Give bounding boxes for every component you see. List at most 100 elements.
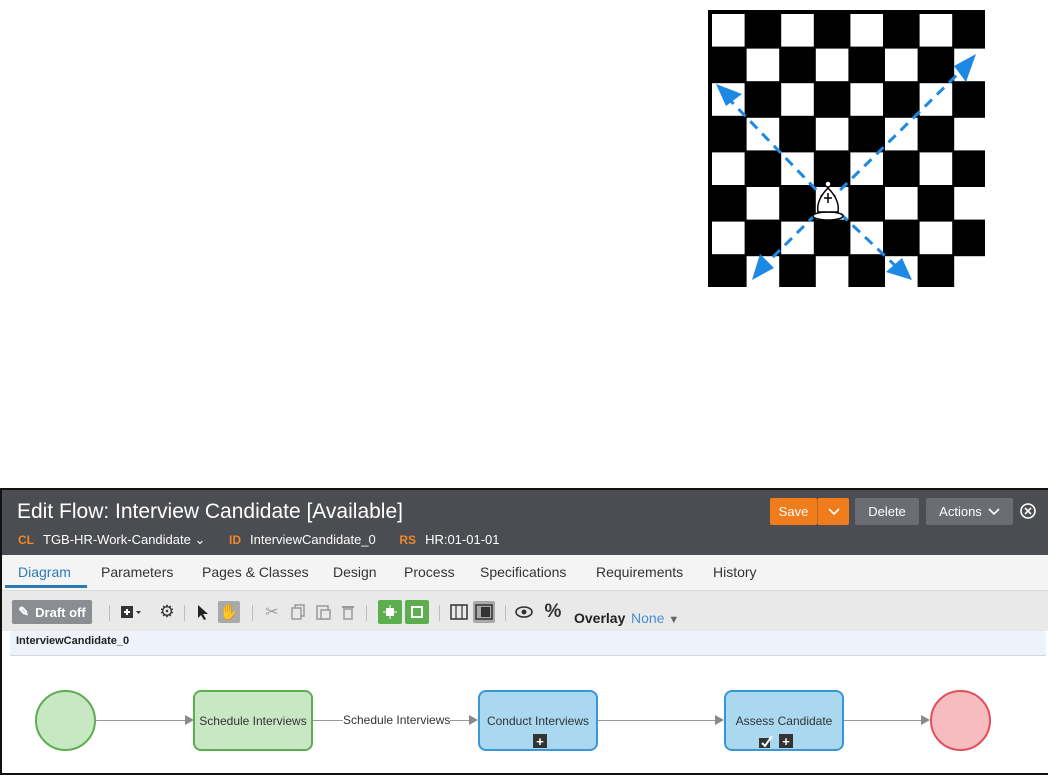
- flow-name-bar: InterviewCandidate_0: [10, 631, 1046, 656]
- connector-snap-button[interactable]: [378, 600, 402, 624]
- meta-value-class: TGB-HR-Work-Candidate: [43, 532, 191, 547]
- grid-view-button[interactable]: [448, 601, 470, 623]
- eye-icon[interactable]: [513, 601, 535, 623]
- window-header: Edit Flow: Interview Candidate [Availabl…: [2, 490, 1048, 555]
- delete-button[interactable]: Delete: [855, 498, 919, 525]
- connector-label[interactable]: Schedule Interviews: [343, 713, 450, 727]
- pan-hand-button[interactable]: ✋: [218, 601, 240, 623]
- flow-name: InterviewCandidate_0: [16, 635, 130, 647]
- tab-specifications[interactable]: Specifications: [480, 564, 566, 580]
- board-square: [746, 48, 780, 82]
- tab-process[interactable]: Process: [404, 564, 455, 580]
- expand-icon[interactable]: +: [779, 734, 793, 748]
- approve-icon: [759, 735, 773, 748]
- diagram-toolbar: ✎ Draft off ⚙ ✋ ✂ % Overlay None ▼: [2, 591, 1048, 631]
- draft-toggle-button[interactable]: ✎ Draft off: [12, 600, 92, 624]
- tab-design[interactable]: Design: [333, 564, 377, 580]
- flow-canvas[interactable]: Schedule Interviews Schedule Interviews …: [10, 656, 1046, 773]
- node-label: Assess Candidate: [735, 713, 833, 728]
- connector[interactable]: [598, 720, 716, 721]
- connector[interactable]: [450, 720, 470, 721]
- copy-icon[interactable]: [287, 601, 309, 623]
- node-label: Conduct Interviews: [486, 713, 590, 728]
- board-square: [850, 152, 883, 185]
- edit-flow-window: Edit Flow: Interview Candidate [Availabl…: [0, 488, 1048, 775]
- caret-down-icon: ▼: [668, 614, 680, 626]
- board-square: [815, 48, 849, 82]
- tab-pages-classes[interactable]: Pages & Classes: [202, 564, 309, 580]
- toolbar-divider: [184, 605, 185, 621]
- window-title: Edit Flow: Interview Candidate [Availabl…: [17, 500, 403, 523]
- tab-parameters[interactable]: Parameters: [101, 564, 173, 580]
- actions-button[interactable]: Actions: [926, 498, 1013, 525]
- chevron-down-icon: [827, 507, 840, 515]
- save-options-button[interactable]: [817, 498, 849, 525]
- board-square: [781, 221, 814, 255]
- board-square: [885, 48, 918, 82]
- board-square: [919, 221, 953, 255]
- board-square: [885, 117, 918, 151]
- connector[interactable]: [96, 720, 186, 721]
- chessboard-image: [708, 10, 985, 287]
- table-icon: [450, 604, 468, 620]
- end-shape[interactable]: [930, 690, 991, 751]
- overlay-label: Overlay: [574, 610, 626, 626]
- meta-value-id: InterviewCandidate_0: [250, 532, 376, 547]
- board-square: [919, 83, 953, 116]
- board-square: [954, 256, 985, 287]
- paste-icon[interactable]: [312, 601, 334, 623]
- assignment-schedule-interviews[interactable]: Schedule Interviews: [193, 690, 313, 751]
- board-square: [815, 256, 849, 287]
- board-square: [815, 117, 849, 151]
- hand-icon: ✋: [219, 604, 239, 621]
- board-square: [850, 83, 883, 116]
- trash-icon[interactable]: [337, 601, 359, 623]
- actions-label: Actions: [939, 504, 982, 519]
- start-shape[interactable]: [35, 690, 96, 751]
- close-icon[interactable]: [1018, 501, 1038, 521]
- tab-history[interactable]: History: [713, 564, 757, 580]
- fit-icon: [411, 606, 423, 618]
- board-square: [712, 221, 745, 255]
- arrow-icon: [921, 715, 930, 725]
- tab-diagram[interactable]: Diagram: [18, 564, 71, 580]
- connector[interactable]: [313, 720, 343, 721]
- board-square: [781, 83, 814, 116]
- meta-key-id: ID: [229, 533, 242, 547]
- fit-to-screen-button[interactable]: [405, 600, 429, 624]
- percent-icon[interactable]: %: [542, 601, 564, 623]
- save-button[interactable]: Save: [770, 498, 817, 525]
- toolbar-divider: [252, 605, 253, 621]
- overlay-value: None: [631, 610, 665, 626]
- active-tab-indicator: [5, 585, 87, 588]
- tab-requirements[interactable]: Requirements: [596, 564, 683, 580]
- board-square: [919, 14, 953, 47]
- board-square: [781, 14, 814, 47]
- toolbar-divider: [505, 605, 506, 621]
- node-label: Schedule Interviews: [199, 713, 307, 728]
- arrow-icon: [715, 715, 724, 725]
- tab-bar: Diagram Parameters Pages & Classes Desig…: [2, 555, 1048, 591]
- panel-icon: [475, 604, 493, 620]
- list-view-button[interactable]: [473, 601, 495, 623]
- toolbar-divider: [439, 605, 440, 621]
- toolbar-divider: [109, 605, 110, 621]
- meta-value-ruleset: HR:01-01-01: [425, 532, 500, 547]
- board-square: [712, 152, 745, 185]
- subprocess-conduct-interviews[interactable]: Conduct Interviews +: [478, 690, 598, 751]
- board-square: [954, 187, 985, 220]
- cut-icon[interactable]: ✂: [261, 601, 283, 623]
- class-dropdown[interactable]: TGB-HR-Work-Candidate ⌄: [43, 532, 205, 547]
- add-shape-button[interactable]: [120, 601, 142, 623]
- chevron-down-icon: [988, 507, 1000, 515]
- subprocess-assess-candidate[interactable]: Assess Candidate +: [724, 690, 844, 751]
- expand-icon[interactable]: +: [533, 734, 547, 748]
- select-pointer-button[interactable]: [192, 601, 214, 623]
- board-square: [781, 152, 814, 185]
- board-square: [919, 152, 953, 185]
- board-square: [885, 187, 918, 220]
- gear-icon[interactable]: ⚙: [156, 601, 178, 623]
- connector[interactable]: [844, 720, 922, 721]
- add-icon: [121, 606, 141, 618]
- overlay-select[interactable]: None ▼: [631, 610, 679, 626]
